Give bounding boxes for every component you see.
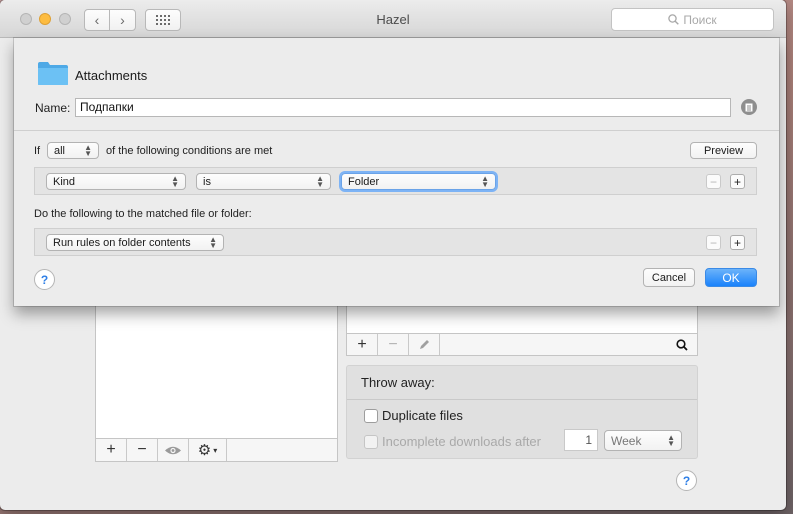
sheet-help-button[interactable]: ? bbox=[34, 269, 55, 290]
main-help-button[interactable]: ? bbox=[676, 470, 697, 491]
eye-icon bbox=[165, 446, 181, 454]
action-row: Run rules on folder contents ▲ ▼ − + bbox=[34, 228, 757, 256]
search-icon bbox=[668, 14, 680, 25]
folder-icon bbox=[38, 62, 68, 85]
rule-edit-sheet: Attachments Name: Подпапки If all ▲ ▼ of … bbox=[14, 38, 779, 306]
action-type-popup[interactable]: Run rules on folder contents ▲ ▼ bbox=[46, 234, 224, 251]
incomplete-downloads-unit-popup[interactable]: Week ▲ ▼ bbox=[604, 430, 682, 451]
notes-icon bbox=[745, 103, 753, 111]
incomplete-downloads-checkbox[interactable] bbox=[364, 435, 378, 449]
remove-condition-button[interactable]: − bbox=[706, 174, 721, 189]
throw-away-heading: Throw away: bbox=[347, 366, 697, 400]
updown-arrows-icon: ▲ ▼ bbox=[84, 142, 92, 158]
add-rule-button[interactable]: + bbox=[347, 334, 378, 355]
incomplete-downloads-value-field[interactable]: 1 bbox=[564, 429, 598, 451]
eye-button[interactable] bbox=[158, 439, 189, 461]
search-placeholder: Поиск bbox=[683, 12, 717, 27]
gear-icon: ⚙ bbox=[197, 442, 212, 459]
conditions-text: of the following conditions are met bbox=[106, 145, 273, 157]
edit-rule-button[interactable] bbox=[409, 334, 440, 355]
condition-row: Kind ▲ ▼ is ▲ ▼ Folder ▲ ▼ − + bbox=[34, 167, 757, 195]
actions-label: Do the following to the matched file or … bbox=[34, 208, 252, 220]
remove-action-button[interactable]: − bbox=[706, 235, 721, 250]
updown-arrows-icon: ▲ ▼ bbox=[316, 173, 324, 189]
add-folder-button[interactable]: + bbox=[96, 439, 127, 461]
sheet-divider bbox=[14, 130, 779, 131]
name-label: Name: bbox=[35, 101, 71, 115]
add-action-button[interactable]: + bbox=[730, 235, 745, 250]
incomplete-downloads-label: Incomplete downloads after bbox=[382, 434, 541, 449]
chevron-down-icon: ▾ bbox=[213, 445, 218, 455]
add-condition-button[interactable]: + bbox=[730, 174, 745, 189]
updown-arrows-icon: ▲ ▼ bbox=[481, 173, 489, 189]
ok-button[interactable]: OK bbox=[705, 268, 757, 287]
updown-arrows-icon: ▲ ▼ bbox=[171, 173, 179, 189]
condition-attribute-popup[interactable]: Kind ▲ ▼ bbox=[46, 173, 186, 190]
rule-name-field[interactable]: Подпапки bbox=[75, 98, 731, 117]
folders-toolbar: + − ⚙ ▾ bbox=[95, 439, 338, 462]
throw-away-box: Throw away: Duplicate files Incomplete d… bbox=[346, 365, 698, 459]
rules-toolbar: + − bbox=[346, 334, 698, 356]
titlebar: ‹ › Hazel Поиск bbox=[0, 0, 786, 38]
updown-arrows-icon: ▲ ▼ bbox=[667, 432, 675, 448]
search-field[interactable]: Поиск bbox=[611, 8, 774, 31]
duplicate-files-checkbox[interactable] bbox=[364, 409, 378, 423]
updown-arrows-icon: ▲ ▼ bbox=[209, 234, 217, 250]
cancel-button[interactable]: Cancel bbox=[643, 268, 695, 287]
if-label: If bbox=[34, 145, 41, 157]
folder-name: Attachments bbox=[75, 68, 148, 83]
remove-folder-button[interactable]: − bbox=[127, 439, 158, 461]
notes-button[interactable] bbox=[741, 99, 757, 115]
search-rules-button[interactable] bbox=[666, 334, 697, 355]
folder-actions-menu-button[interactable]: ⚙ ▾ bbox=[189, 439, 227, 461]
preview-button[interactable]: Preview bbox=[690, 142, 757, 159]
condition-operator-popup[interactable]: is ▲ ▼ bbox=[196, 173, 331, 190]
condition-value-popup[interactable]: Folder ▲ ▼ bbox=[341, 173, 496, 190]
duplicate-files-label: Duplicate files bbox=[382, 408, 463, 423]
remove-rule-button[interactable]: − bbox=[378, 334, 409, 355]
match-mode-popup[interactable]: all ▲ ▼ bbox=[47, 142, 99, 159]
pencil-icon bbox=[419, 340, 429, 349]
search-icon bbox=[675, 338, 688, 351]
folders-list[interactable] bbox=[95, 296, 338, 439]
